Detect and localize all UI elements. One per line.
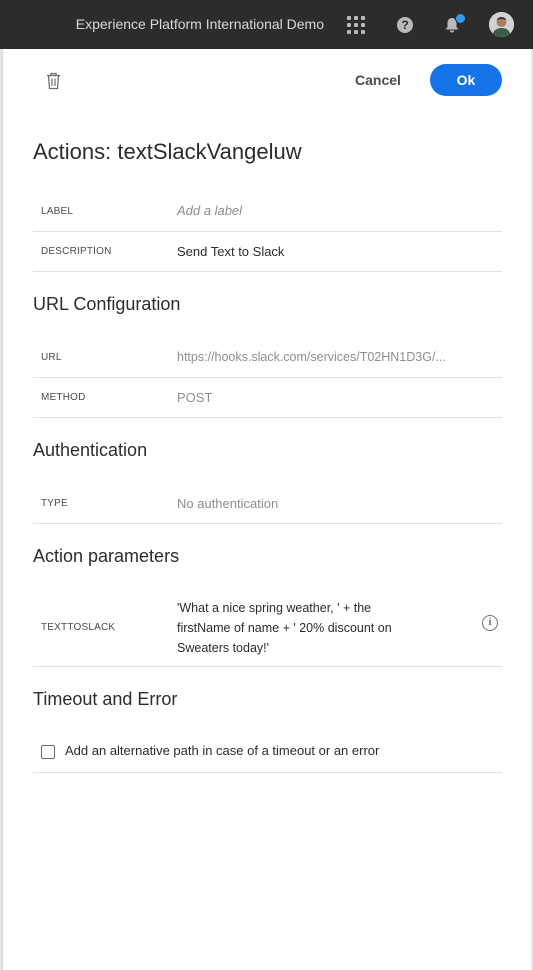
info-icon[interactable]: i: [482, 615, 498, 631]
trash-icon[interactable]: [45, 72, 62, 90]
method-row: METHOD POST: [33, 378, 502, 418]
action-parameters-title: Action parameters: [33, 546, 180, 566]
auth-type-row: TYPE No authentication: [33, 483, 502, 524]
method-field-label: METHOD: [41, 392, 86, 403]
label-input[interactable]: Add a label: [177, 203, 242, 218]
param-row: TEXTTOSLACK 'What a nice spring weather,…: [33, 589, 502, 667]
method-value: POST: [177, 390, 213, 405]
url-row: URL https://hooks.slack.com/services/T02…: [33, 337, 502, 378]
avatar-icon: [489, 12, 514, 37]
help-icon[interactable]: ?: [397, 17, 413, 33]
org-switcher[interactable]: Experience Platform International Demo: [76, 16, 324, 32]
url-value: https://hooks.slack.com/services/T02HN1D…: [177, 350, 446, 364]
page-title: Actions: textSlackVangeluw: [33, 139, 302, 164]
description-row: DESCRIPTION Send Text to Slack: [33, 232, 502, 272]
alternative-path-checkbox[interactable]: [41, 745, 55, 759]
apps-grid-icon[interactable]: [347, 16, 365, 34]
description-field-label: DESCRIPTION: [41, 246, 112, 257]
label-row: LABEL Add a label: [33, 191, 502, 232]
auth-type-value: No authentication: [177, 496, 279, 511]
alternative-path-label[interactable]: Add an alternative path in case of a tim…: [65, 743, 379, 758]
timeout-error-title: Timeout and Error: [33, 689, 178, 709]
url-field-label: URL: [41, 352, 62, 363]
notification-dot: [455, 13, 466, 24]
cancel-button[interactable]: Cancel: [350, 67, 406, 94]
avatar[interactable]: [489, 12, 514, 37]
timeout-row: Add an alternative path in case of a tim…: [33, 728, 502, 773]
ok-button[interactable]: Ok: [430, 64, 502, 96]
param-value[interactable]: 'What a nice spring weather, ' + the fir…: [177, 598, 397, 658]
description-input[interactable]: Send Text to Slack: [177, 244, 284, 259]
param-field-label: TEXTTOSLACK: [41, 622, 116, 633]
auth-type-field-label: TYPE: [41, 498, 68, 509]
url-config-title: URL Configuration: [33, 294, 181, 314]
authentication-title: Authentication: [33, 440, 148, 460]
label-field-label: LABEL: [41, 206, 74, 217]
top-bar: Experience Platform International Demo ?: [0, 0, 533, 49]
